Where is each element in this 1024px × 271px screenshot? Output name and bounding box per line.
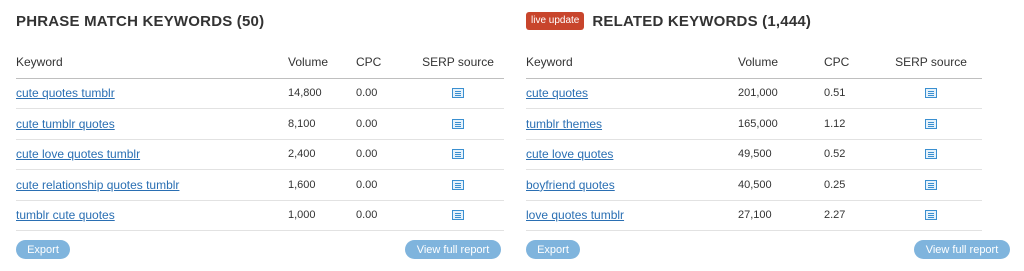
keyword-link[interactable]: cute relationship quotes tumblr [16,178,179,192]
keyword-link[interactable]: boyfriend quotes [526,178,615,192]
column-header-cpc: CPC [824,46,880,79]
cpc-cell: 0.00 [356,139,412,170]
cpc-cell: 0.00 [356,78,412,109]
serp-document-icon[interactable] [452,118,464,129]
serp-document-icon[interactable] [925,149,937,160]
keyword-link[interactable]: tumblr themes [526,117,602,131]
cpc-cell: 0.00 [356,108,412,140]
table-row: tumblr themes 165,000 1.12 [526,108,982,140]
serp-document-icon[interactable] [452,210,464,221]
table-header-row: Keyword Volume CPC SERP source [16,46,504,79]
column-header-keyword: Keyword [16,46,288,79]
phrase-match-panel: PHRASE MATCH KEYWORDS (50) Keyword Volum… [16,0,510,271]
keyword-link[interactable]: love quotes tumblr [526,208,624,222]
phrase-match-heading: PHRASE MATCH KEYWORDS (50) [16,11,264,31]
serp-document-icon[interactable] [452,88,464,99]
volume-cell: 27,100 [738,200,824,231]
volume-cell: 40,500 [738,169,824,201]
related-keywords-table: Keyword Volume CPC SERP source cute quot… [526,46,982,231]
table-row: tumblr cute quotes 1,000 0.00 [16,200,504,231]
related-keywords-panel: live update RELATED KEYWORDS (1,444) Key… [526,0,1010,271]
related-keywords-heading: live update RELATED KEYWORDS (1,444) [526,11,811,31]
volume-cell: 165,000 [738,108,824,140]
cpc-cell: 0.00 [356,169,412,201]
cpc-cell: 0.00 [356,200,412,231]
cpc-cell: 0.51 [824,78,880,109]
phrase-match-table: Keyword Volume CPC SERP source cute quot… [16,46,504,231]
serp-document-icon[interactable] [452,149,464,160]
export-button[interactable]: Export [16,240,70,259]
table-row: love quotes tumblr 27,100 2.27 [526,200,982,231]
column-header-volume: Volume [288,46,356,79]
table-row: cute love quotes tumblr 2,400 0.00 [16,139,504,170]
table-row: cute quotes 201,000 0.51 [526,78,982,109]
volume-cell: 1,600 [288,169,356,201]
serp-document-icon[interactable] [925,88,937,99]
serp-document-icon[interactable] [925,210,937,221]
volume-cell: 2,400 [288,139,356,170]
column-header-serp-source: SERP source [412,46,504,79]
serp-document-icon[interactable] [925,179,937,190]
table-row: boyfriend quotes 40,500 0.25 [526,169,982,201]
serp-document-icon[interactable] [452,179,464,190]
column-header-serp-source: SERP source [880,46,982,79]
keyword-link[interactable]: tumblr cute quotes [16,208,115,222]
export-button[interactable]: Export [526,240,580,259]
keyword-link[interactable]: cute love quotes [526,147,613,161]
keyword-link[interactable]: cute tumblr quotes [16,117,115,131]
volume-cell: 14,800 [288,78,356,109]
column-header-keyword: Keyword [526,46,738,79]
table-row: cute love quotes 49,500 0.52 [526,139,982,170]
table-header-row: Keyword Volume CPC SERP source [526,46,982,79]
cpc-cell: 0.25 [824,169,880,201]
column-header-cpc: CPC [356,46,412,79]
table-row: cute relationship quotes tumblr 1,600 0.… [16,169,504,201]
cpc-cell: 0.52 [824,139,880,170]
view-full-report-button[interactable]: View full report [914,240,1010,259]
serp-document-icon[interactable] [925,118,937,129]
live-update-badge: live update [526,12,585,30]
volume-cell: 201,000 [738,78,824,109]
table-row: cute quotes tumblr 14,800 0.00 [16,78,504,109]
table-row: cute tumblr quotes 8,100 0.00 [16,108,504,140]
phrase-match-title: PHRASE MATCH KEYWORDS (50) [16,12,265,30]
keyword-link[interactable]: cute quotes tumblr [16,86,115,100]
keyword-link[interactable]: cute love quotes tumblr [16,147,140,161]
cpc-cell: 2.27 [824,200,880,231]
volume-cell: 8,100 [288,108,356,140]
cpc-cell: 1.12 [824,108,880,140]
column-header-volume: Volume [738,46,824,79]
volume-cell: 1,000 [288,200,356,231]
related-keywords-title: RELATED KEYWORDS (1,444) [592,12,812,30]
volume-cell: 49,500 [738,139,824,170]
keyword-link[interactable]: cute quotes [526,86,588,100]
view-full-report-button[interactable]: View full report [405,240,501,259]
